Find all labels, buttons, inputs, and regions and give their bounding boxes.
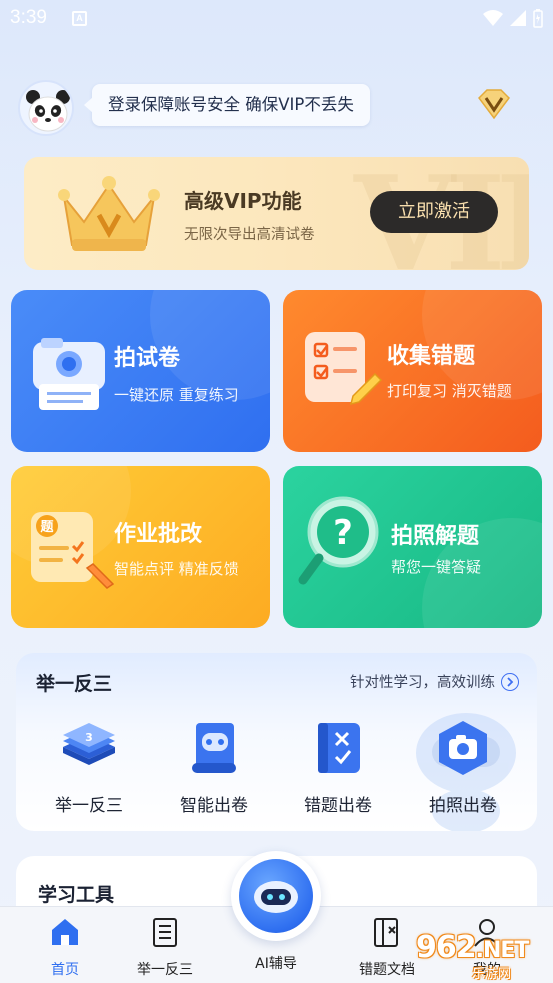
- camera-scan-icon: [33, 338, 105, 410]
- card-photo-solve[interactable]: ? 拍照解题 帮您一键答疑: [283, 466, 542, 628]
- nav-practice[interactable]: 举一反三: [120, 915, 210, 979]
- ai-button-face: [239, 859, 313, 933]
- site-watermark: 962.NET 乐游网: [416, 930, 548, 982]
- vip-diamond-icon: [478, 89, 510, 120]
- chevron-right-icon: [501, 672, 519, 691]
- vip-banner[interactable]: VIP 高级VIP功能 无限次导出高清试卷 立即激活: [24, 157, 529, 270]
- status-bar: 3:39 A: [0, 0, 553, 38]
- avatar[interactable]: [18, 80, 74, 136]
- list-doc-icon: [153, 918, 177, 947]
- activate-button[interactable]: 立即激活: [370, 191, 498, 233]
- tool-photo-paper[interactable]: 拍照出卷: [408, 719, 518, 816]
- notification-icon: A: [72, 11, 87, 26]
- vip-subtitle: 无限次导出高清试卷: [184, 227, 315, 243]
- tool-mistake-paper[interactable]: 错题出卷: [283, 719, 393, 816]
- login-notice[interactable]: 登录保障账号安全 确保VIP不丢失: [84, 84, 370, 126]
- nav-label: AI辅导: [255, 956, 297, 972]
- tool-label: 拍照出卷: [429, 796, 497, 816]
- wrong-question-book-icon: [318, 723, 360, 773]
- camera-hexagon-icon: [439, 721, 487, 775]
- stack-icon: 3: [63, 723, 115, 765]
- tool-practice[interactable]: 3 举一反三: [34, 719, 144, 816]
- robot-scroll-icon: [192, 723, 236, 773]
- section-title: 学习工具: [38, 884, 115, 906]
- homework-check-icon: 题: [31, 512, 115, 589]
- question-search-icon: ?: [298, 496, 379, 585]
- card-collect-mistakes[interactable]: 收集错题 打印复习 消灭错题: [283, 290, 542, 452]
- nav-label: 举一反三: [137, 962, 193, 978]
- nav-label: 首页: [51, 962, 79, 978]
- vip-title: 高级VIP功能: [184, 189, 302, 213]
- card-subtitle: 帮您一键答疑: [391, 558, 482, 576]
- status-icons: [483, 8, 543, 28]
- watermark-suffix: .NET: [475, 938, 530, 963]
- section-more-link[interactable]: 针对性学习，高效训练: [350, 671, 519, 692]
- card-subtitle: 一键还原 重复练习: [114, 386, 239, 404]
- ai-robot-icon: [254, 881, 298, 913]
- panda-avatar-icon: [26, 90, 70, 132]
- home-icon: [52, 919, 78, 945]
- section-title: 举一反三: [36, 673, 113, 695]
- vip-badge[interactable]: [473, 84, 515, 126]
- svg-text:?: ?: [333, 513, 353, 553]
- card-homework-correction[interactable]: 题 作业批改 智能点评 精准反馈: [11, 466, 270, 628]
- watermark-digits: 962: [416, 930, 477, 965]
- section-more-label: 针对性学习，高效训练: [350, 675, 495, 691]
- practice-section: 举一反三 针对性学习，高效训练 3 举一反三 智能出卷 错题出卷 拍照出卷: [16, 653, 537, 831]
- nav-ai[interactable]: AI辅导: [231, 947, 321, 973]
- status-time: 3:39: [10, 7, 47, 28]
- tool-label: 错题出卷: [304, 796, 372, 816]
- tool-smart-paper[interactable]: 智能出卷: [159, 719, 269, 816]
- card-subtitle: 智能点评 精准反馈: [114, 560, 239, 578]
- battery-icon: [533, 9, 543, 28]
- card-subtitle: 打印复习 消灭错题: [387, 382, 512, 400]
- card-title: 拍试卷: [114, 346, 181, 371]
- svg-text:3: 3: [85, 731, 93, 744]
- tool-label: 智能出卷: [180, 796, 248, 816]
- ai-tutor-button[interactable]: [231, 851, 321, 941]
- checklist-icon: [305, 332, 383, 406]
- card-scan-paper[interactable]: 拍试卷 一键还原 重复练习: [11, 290, 270, 452]
- card-title: 拍照解题: [391, 524, 480, 549]
- card-title: 作业批改: [114, 522, 203, 547]
- watermark-subtitle: 乐游网: [472, 967, 512, 982]
- tool-label: 举一反三: [55, 796, 123, 816]
- nav-home[interactable]: 首页: [20, 915, 110, 979]
- crown-icon: [58, 176, 160, 251]
- wifi-icon: [483, 10, 503, 26]
- signal-icon: [510, 10, 526, 26]
- card-title: 收集错题: [387, 344, 476, 369]
- wrong-doc-icon: [374, 918, 398, 947]
- watermark-number: 962.NET: [416, 930, 530, 965]
- svg-text:题: 题: [40, 520, 54, 535]
